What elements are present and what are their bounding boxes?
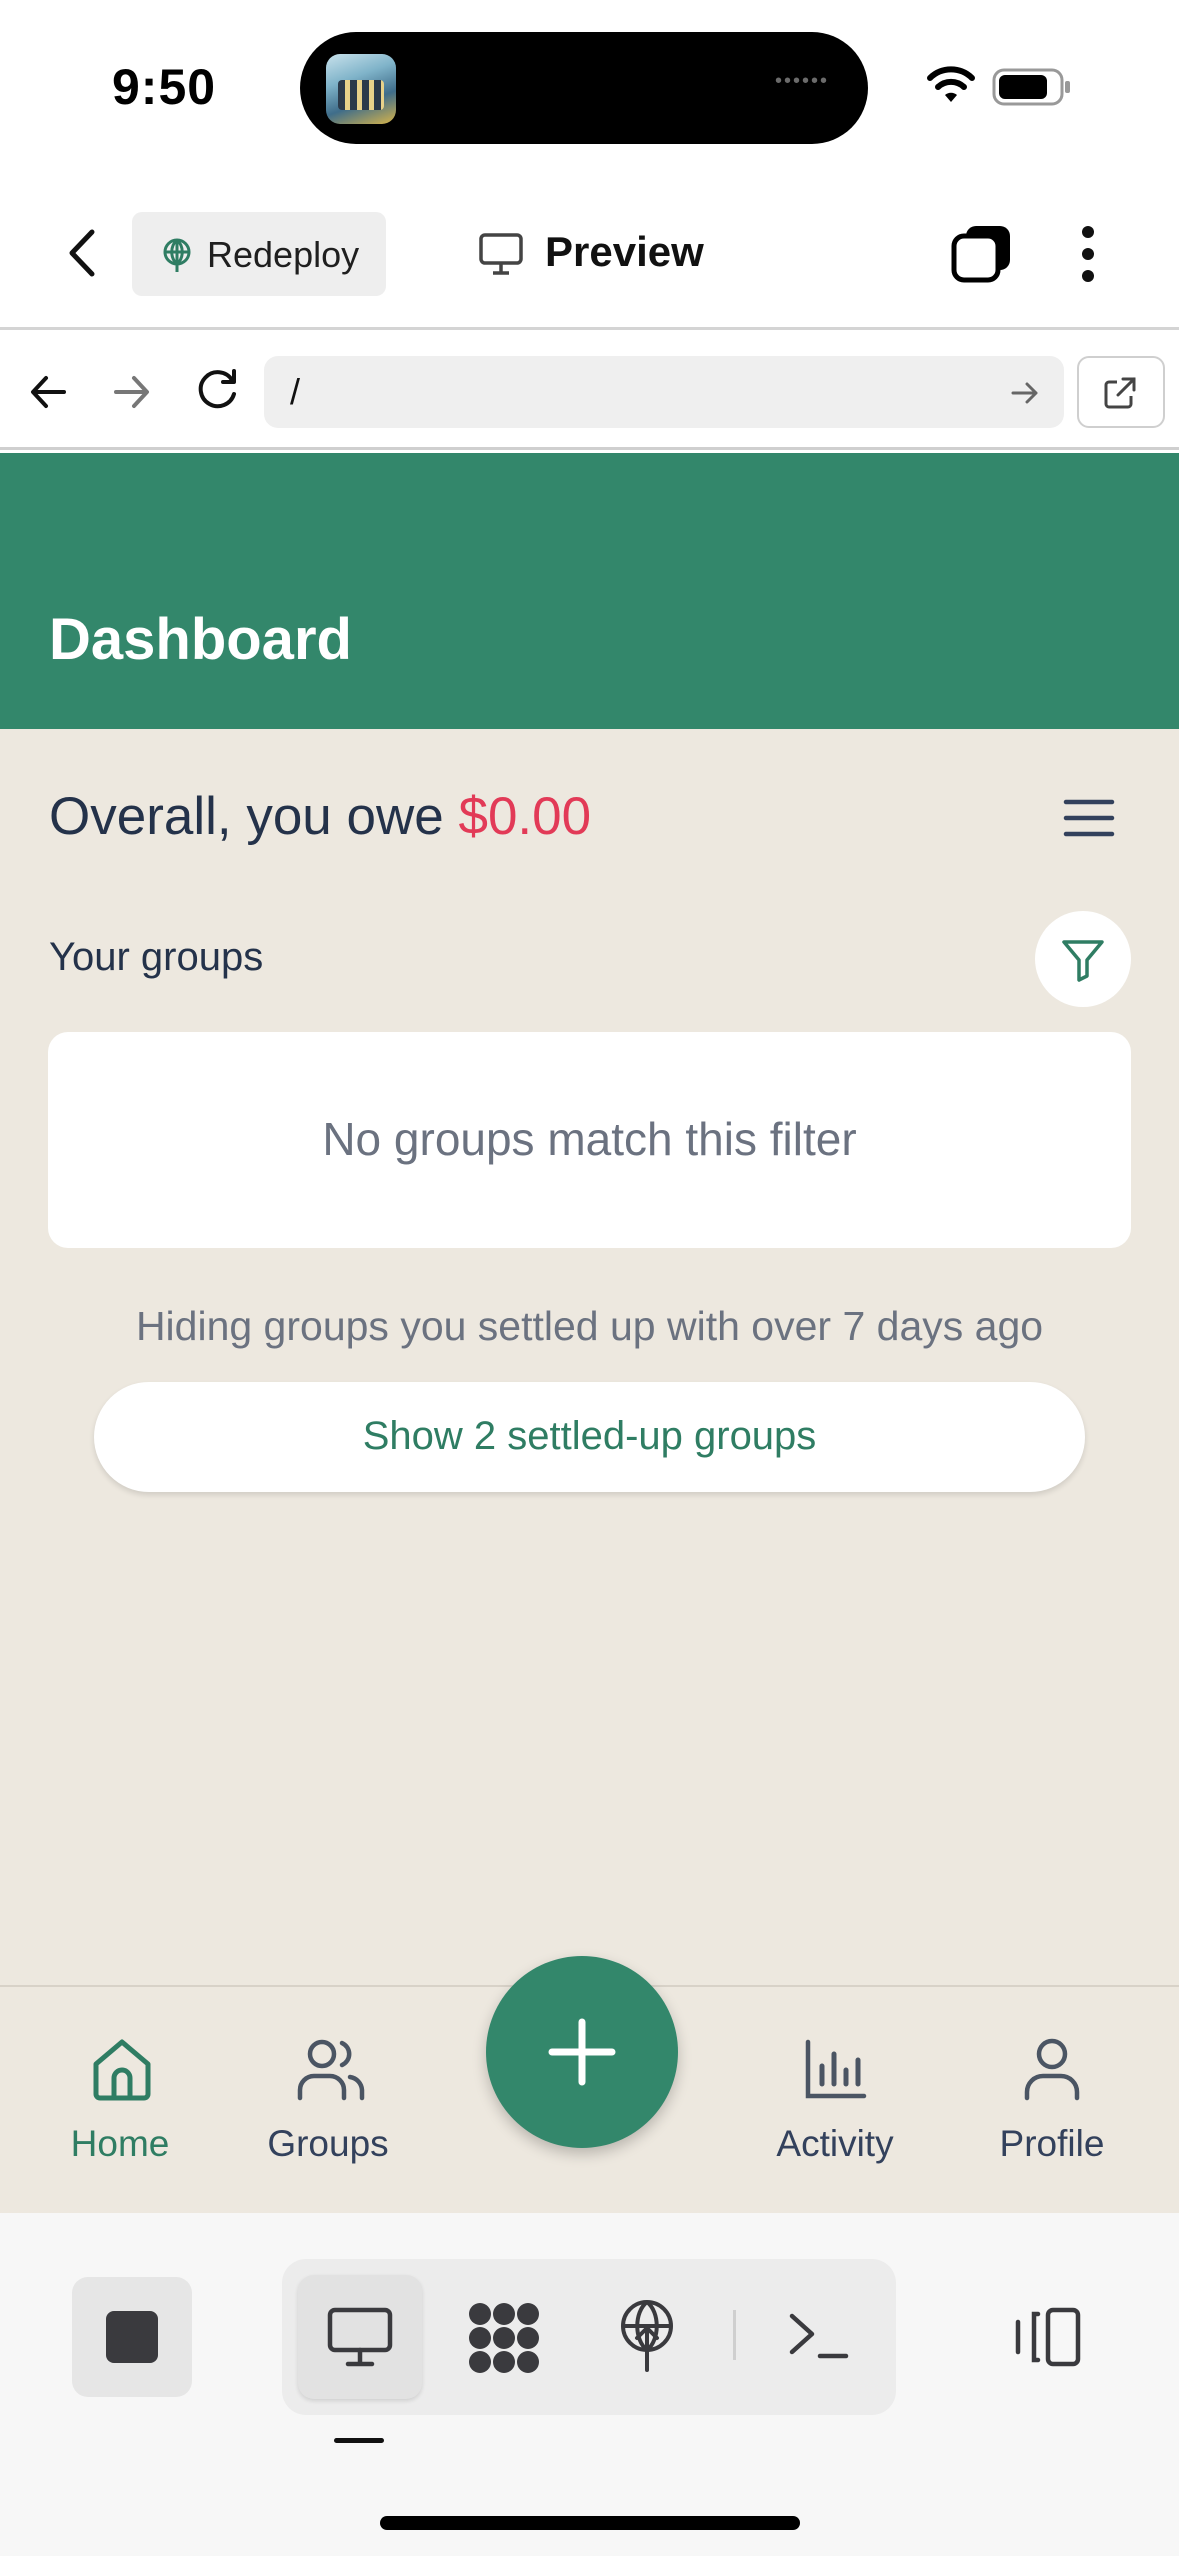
panels-icon[interactable] (1010, 2306, 1082, 2368)
users-icon[interactable] (296, 2036, 366, 2102)
stop-icon (106, 2311, 158, 2363)
arrow-left-icon[interactable] (28, 372, 68, 412)
battery-icon (992, 68, 1070, 106)
main-content (0, 729, 1179, 1985)
url-input[interactable] (264, 356, 1064, 428)
balance-summary: Overall, you owe $0.00 (49, 786, 591, 847)
balance-prefix: Overall, you owe (49, 787, 459, 846)
balance-amount: $0.00 (458, 787, 592, 846)
status-time: 9:50 (112, 59, 217, 115)
groups-heading: Your groups (49, 935, 264, 979)
terminal-icon[interactable] (786, 2308, 850, 2364)
wifi-icon (927, 66, 975, 102)
active-tab-indicator (334, 2438, 384, 2443)
more-vertical-icon[interactable] (1078, 224, 1098, 284)
page-title: Dashboard (49, 607, 352, 672)
now-playing-artwork (326, 54, 396, 124)
preview-tab-title[interactable]: Preview (545, 228, 704, 276)
bar-chart-icon[interactable] (804, 2038, 868, 2100)
user-icon[interactable] (1022, 2036, 1082, 2102)
back-chevron-icon[interactable] (64, 228, 104, 278)
waveform-icon: •••••• (775, 70, 830, 92)
show-settled-groups-label: Show 2 settled-up groups (362, 1414, 817, 1458)
nav-groups-label[interactable]: Groups (228, 2123, 428, 2165)
home-icon[interactable] (90, 2036, 154, 2102)
plus-icon (548, 2018, 616, 2086)
dock-divider (733, 2310, 736, 2360)
empty-state-message: No groups match this filter (322, 1113, 857, 1165)
agent-icon[interactable] (466, 2300, 542, 2376)
external-link-icon (1104, 377, 1136, 409)
filter-icon (1062, 940, 1104, 982)
reload-icon[interactable] (194, 368, 240, 414)
nav-activity-label[interactable]: Activity (735, 2123, 935, 2165)
nav-profile-label[interactable]: Profile (952, 2123, 1152, 2165)
arrow-right-icon[interactable] (112, 372, 152, 412)
app-header (0, 453, 1179, 729)
home-indicator (380, 2516, 800, 2530)
redeploy-label: Redeploy (207, 234, 360, 275)
monitor-icon (327, 2307, 393, 2367)
menu-icon[interactable] (1063, 798, 1115, 838)
monitor-icon (479, 233, 523, 275)
deploy-icon[interactable] (616, 2298, 678, 2374)
nav-home-label[interactable]: Home (20, 2123, 220, 2165)
go-arrow-icon[interactable] (1010, 378, 1040, 408)
hidden-groups-note: Hiding groups you settled up with over 7… (135, 1303, 1044, 1349)
deploy-icon (163, 238, 191, 272)
tabs-icon[interactable] (950, 222, 1014, 286)
